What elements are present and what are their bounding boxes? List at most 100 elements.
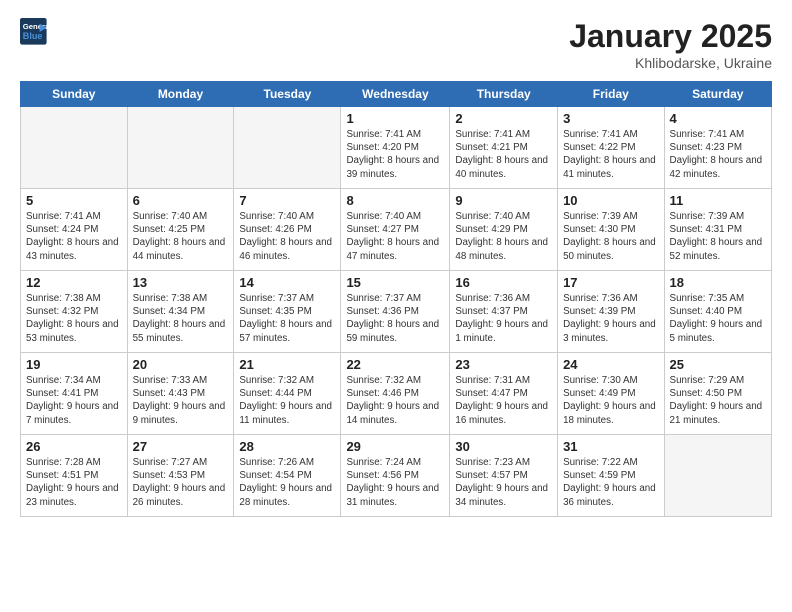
col-wednesday: Wednesday [341,82,450,107]
month-title: January 2025 [569,18,772,55]
day-number: 4 [670,111,766,126]
day-info: Sunrise: 7:35 AMSunset: 4:40 PMDaylight:… [670,292,766,345]
day-number: 1 [346,111,444,126]
day-info: Sunrise: 7:30 AMSunset: 4:49 PMDaylight:… [563,374,658,427]
day-number: 19 [26,357,122,372]
day-number: 26 [26,439,122,454]
day-number: 22 [346,357,444,372]
day-number: 7 [239,193,335,208]
day-info: Sunrise: 7:41 AMSunset: 4:22 PMDaylight:… [563,128,658,181]
day-info: Sunrise: 7:32 AMSunset: 4:46 PMDaylight:… [346,374,444,427]
day-number: 13 [133,275,229,290]
day-number: 27 [133,439,229,454]
day-info: Sunrise: 7:26 AMSunset: 4:54 PMDaylight:… [239,456,335,509]
day-info: Sunrise: 7:39 AMSunset: 4:30 PMDaylight:… [563,210,658,263]
page: General Blue January 2025 Khlibodarske, … [0,0,792,527]
day-info: Sunrise: 7:28 AMSunset: 4:51 PMDaylight:… [26,456,122,509]
day-number: 15 [346,275,444,290]
location: Khlibodarske, Ukraine [569,55,772,71]
calendar-week-row: 5Sunrise: 7:41 AMSunset: 4:24 PMDaylight… [21,189,772,271]
day-number: 23 [455,357,552,372]
table-row: 12Sunrise: 7:38 AMSunset: 4:32 PMDayligh… [21,271,128,353]
day-number: 21 [239,357,335,372]
day-info: Sunrise: 7:40 AMSunset: 4:27 PMDaylight:… [346,210,444,263]
table-row: 29 Sunrise: 7:24 AMSunset: 4:56 PMDayligh… [341,435,450,517]
day-info: Sunrise: 7:27 AMSunset: 4:53 PMDaylight:… [133,456,229,509]
title-block: January 2025 Khlibodarske, Ukraine [569,18,772,71]
day-number: 10 [563,193,658,208]
day-info: Sunrise: 7:34 AMSunset: 4:41 PMDaylight:… [26,374,122,427]
day-info: Sunrise: 7:41 AMSunset: 4:23 PMDaylight:… [670,128,766,181]
col-monday: Monday [127,82,234,107]
calendar-week-row: 19 Sunrise: 7:34 AMSunset: 4:41 PMDayligh… [21,353,772,435]
table-row: 22 Sunrise: 7:32 AMSunset: 4:46 PMDayligh… [341,353,450,435]
calendar: Sunday Monday Tuesday Wednesday Thursday… [20,81,772,517]
calendar-header-row: Sunday Monday Tuesday Wednesday Thursday… [21,82,772,107]
table-row: 10 Sunrise: 7:39 AMSunset: 4:30 PMDayligh… [558,189,664,271]
day-number: 5 [26,193,122,208]
day-info: Sunrise: 7:37 AMSunset: 4:36 PMDaylight:… [346,292,444,345]
table-row: 27 Sunrise: 7:27 AMSunset: 4:53 PMDayligh… [127,435,234,517]
day-info: Sunrise: 7:41 AMSunset: 4:21 PMDaylight:… [455,128,552,181]
day-number: 24 [563,357,658,372]
table-row: 9 Sunrise: 7:40 AMSunset: 4:29 PMDaylight… [450,189,558,271]
table-row: 1 Sunrise: 7:41 AMSunset: 4:20 PMDaylight… [341,107,450,189]
day-number: 6 [133,193,229,208]
calendar-week-row: 12Sunrise: 7:38 AMSunset: 4:32 PMDayligh… [21,271,772,353]
day-info: Sunrise: 7:22 AMSunset: 4:59 PMDaylight:… [563,456,658,509]
table-row: 11 Sunrise: 7:39 AMSunset: 4:31 PMDayligh… [664,189,771,271]
day-number: 3 [563,111,658,126]
day-info: Sunrise: 7:39 AMSunset: 4:31 PMDaylight:… [670,210,766,263]
day-info: Sunrise: 7:33 AMSunset: 4:43 PMDaylight:… [133,374,229,427]
table-row: 13 Sunrise: 7:38 AMSunset: 4:34 PMDayligh… [127,271,234,353]
col-tuesday: Tuesday [234,82,341,107]
calendar-week-row: 1 Sunrise: 7:41 AMSunset: 4:20 PMDaylight… [21,107,772,189]
table-row: 16Sunrise: 7:36 AMSunset: 4:37 PMDayligh… [450,271,558,353]
col-friday: Friday [558,82,664,107]
table-row: 5Sunrise: 7:41 AMSunset: 4:24 PMDaylight… [21,189,128,271]
table-row: 30Sunrise: 7:23 AMSunset: 4:57 PMDayligh… [450,435,558,517]
day-info: Sunrise: 7:37 AMSunset: 4:35 PMDaylight:… [239,292,335,345]
day-info: Sunrise: 7:32 AMSunset: 4:44 PMDaylight:… [239,374,335,427]
table-row: 26 Sunrise: 7:28 AMSunset: 4:51 PMDayligh… [21,435,128,517]
table-row: 25 Sunrise: 7:29 AMSunset: 4:50 PMDayligh… [664,353,771,435]
col-saturday: Saturday [664,82,771,107]
table-row [127,107,234,189]
svg-text:Blue: Blue [23,31,43,41]
day-number: 9 [455,193,552,208]
table-row [234,107,341,189]
table-row: 7Sunrise: 7:40 AMSunset: 4:26 PMDaylight… [234,189,341,271]
day-number: 11 [670,193,766,208]
table-row: 15 Sunrise: 7:37 AMSunset: 4:36 PMDayligh… [341,271,450,353]
day-info: Sunrise: 7:41 AMSunset: 4:20 PMDaylight:… [346,128,444,181]
day-info: Sunrise: 7:29 AMSunset: 4:50 PMDaylight:… [670,374,766,427]
day-info: Sunrise: 7:38 AMSunset: 4:34 PMDaylight:… [133,292,229,345]
col-thursday: Thursday [450,82,558,107]
day-info: Sunrise: 7:31 AMSunset: 4:47 PMDaylight:… [455,374,552,427]
calendar-week-row: 26 Sunrise: 7:28 AMSunset: 4:51 PMDayligh… [21,435,772,517]
table-row [21,107,128,189]
table-row: 19 Sunrise: 7:34 AMSunset: 4:41 PMDayligh… [21,353,128,435]
day-info: Sunrise: 7:40 AMSunset: 4:29 PMDaylight:… [455,210,552,263]
table-row: 4 Sunrise: 7:41 AMSunset: 4:23 PMDaylight… [664,107,771,189]
table-row [664,435,771,517]
table-row: 24 Sunrise: 7:30 AMSunset: 4:49 PMDayligh… [558,353,664,435]
day-number: 12 [26,275,122,290]
table-row: 28 Sunrise: 7:26 AMSunset: 4:54 PMDayligh… [234,435,341,517]
logo: General Blue [20,18,48,46]
day-info: Sunrise: 7:24 AMSunset: 4:56 PMDaylight:… [346,456,444,509]
day-number: 29 [346,439,444,454]
day-number: 16 [455,275,552,290]
day-info: Sunrise: 7:23 AMSunset: 4:57 PMDaylight:… [455,456,552,509]
table-row: 18 Sunrise: 7:35 AMSunset: 4:40 PMDayligh… [664,271,771,353]
table-row: 31Sunrise: 7:22 AMSunset: 4:59 PMDayligh… [558,435,664,517]
day-number: 25 [670,357,766,372]
day-number: 20 [133,357,229,372]
table-row: 20 Sunrise: 7:33 AMSunset: 4:43 PMDayligh… [127,353,234,435]
day-number: 14 [239,275,335,290]
table-row: 17Sunrise: 7:36 AMSunset: 4:39 PMDayligh… [558,271,664,353]
day-info: Sunrise: 7:36 AMSunset: 4:39 PMDaylight:… [563,292,658,345]
logo-icon: General Blue [20,18,48,46]
day-number: 28 [239,439,335,454]
day-number: 18 [670,275,766,290]
